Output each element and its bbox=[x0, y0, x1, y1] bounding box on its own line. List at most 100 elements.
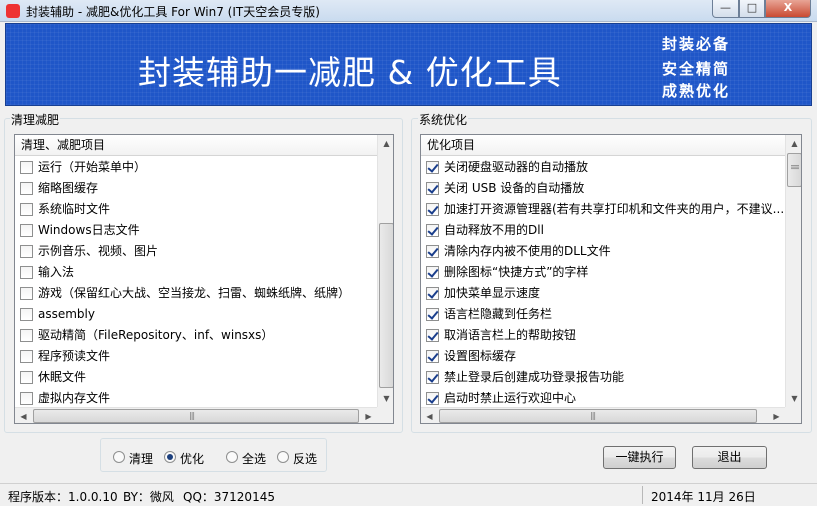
cleanup-row[interactable]: 驱动精简（FileRepository、inf、winsxs） bbox=[15, 325, 377, 346]
slogan-2: 安全精简 bbox=[662, 60, 731, 78]
cleanup-row[interactable]: Windows日志文件 bbox=[15, 220, 377, 241]
radio-circle[interactable] bbox=[226, 451, 238, 463]
date-text: 2014年 11月 26日 bbox=[651, 490, 756, 504]
scroll-corner bbox=[377, 407, 393, 423]
cleanup-hscroll-thumb[interactable]: ||| bbox=[33, 409, 359, 423]
optimize-row[interactable]: 关闭 USB 设备的自动播放 bbox=[421, 178, 785, 199]
cleanup-row[interactable]: assembly bbox=[15, 304, 377, 325]
cleanup-list-header[interactable]: 清理、减肥项目 bbox=[15, 135, 377, 156]
optimize-row[interactable]: 设置图标缓存 bbox=[421, 346, 785, 367]
optimize-row[interactable]: 禁止登录后创建成功登录报告功能 bbox=[421, 367, 785, 388]
scroll-left-arrow-icon[interactable]: ◀ bbox=[421, 408, 438, 423]
window-title: 封装辅助 - 减肥&优化工具 For Win7 (IT天空会员专版) bbox=[26, 5, 320, 19]
banner: 封装辅助一减肥 & 优化工具 封装必备 安全精简 成熟优化 bbox=[5, 23, 812, 106]
checkbox[interactable] bbox=[426, 287, 439, 300]
checkbox[interactable] bbox=[426, 392, 439, 405]
cleanup-row-label: 示例音乐、视频、图片 bbox=[38, 244, 159, 258]
optimize-horizontal-scrollbar[interactable]: ◀ ||| ▶ bbox=[421, 407, 785, 423]
optimize-scroll-thumb[interactable]: ||| bbox=[787, 153, 801, 187]
checkbox[interactable] bbox=[20, 287, 33, 300]
checkbox[interactable] bbox=[20, 392, 33, 405]
radio-circle[interactable] bbox=[164, 451, 176, 463]
optimize-row-label: 关闭 USB 设备的自动播放 bbox=[444, 181, 585, 195]
optimize-list-header[interactable]: 优化项目 bbox=[421, 135, 785, 156]
checkbox[interactable] bbox=[426, 308, 439, 321]
scroll-right-arrow-icon[interactable]: ▶ bbox=[360, 408, 377, 423]
checkbox[interactable] bbox=[426, 203, 439, 216]
execute-button[interactable]: 一键执行 bbox=[603, 446, 676, 469]
cleanup-list[interactable]: 清理、减肥项目 运行（开始菜单中） 缩略图缓存 系统临时文件 Windows日志文件示… bbox=[14, 134, 394, 424]
scroll-down-arrow-icon[interactable]: ▼ bbox=[378, 390, 393, 407]
checkbox[interactable] bbox=[426, 329, 439, 342]
optimize-row[interactable]: 加快菜单显示速度 bbox=[421, 283, 785, 304]
cleanup-horizontal-scrollbar[interactable]: ◀ ||| ▶ bbox=[15, 407, 377, 423]
cleanup-row[interactable]: 输入法 bbox=[15, 262, 377, 283]
cleanup-row[interactable]: 程序预读文件 bbox=[15, 346, 377, 367]
cleanup-row[interactable]: 游戏（保留红心大战、空当接龙、扫雷、蜘蛛纸牌、纸牌） bbox=[15, 283, 377, 304]
optimize-row[interactable]: 语言栏隐藏到任务栏 bbox=[421, 304, 785, 325]
checkbox[interactable] bbox=[426, 266, 439, 279]
mode-radio-group: 清理 优化 全选 反选 bbox=[100, 438, 327, 472]
optimize-list[interactable]: 优化项目 关闭硬盘驱动器的自动播放关闭 USB 设备的自动播放加速打开资源管理器… bbox=[420, 134, 802, 424]
qq-text: QQ：37120145 bbox=[183, 490, 275, 504]
scroll-right-arrow-icon[interactable]: ▶ bbox=[768, 408, 785, 423]
optimize-hscroll-thumb[interactable]: ||| bbox=[439, 409, 757, 423]
cleanup-vertical-scrollbar[interactable]: ▲ ▼ bbox=[377, 135, 393, 407]
radio-optimize-label: 优化 bbox=[180, 452, 205, 466]
exit-button[interactable]: 退出 bbox=[692, 446, 767, 469]
scroll-left-arrow-icon[interactable]: ◀ bbox=[15, 408, 32, 423]
cleanup-row[interactable]: 运行（开始菜单中） bbox=[15, 157, 377, 178]
checkbox[interactable] bbox=[20, 371, 33, 384]
optimize-row[interactable]: 关闭硬盘驱动器的自动播放 bbox=[421, 157, 785, 178]
cleanup-row[interactable]: 系统临时文件 bbox=[15, 199, 377, 220]
optimize-row[interactable]: 自动释放不用的Dll bbox=[421, 220, 785, 241]
checkbox[interactable] bbox=[20, 350, 33, 363]
cleanup-row[interactable]: 休眠文件 bbox=[15, 367, 377, 388]
checkbox[interactable] bbox=[20, 308, 33, 321]
checkbox[interactable] bbox=[20, 203, 33, 216]
checkbox[interactable] bbox=[426, 350, 439, 363]
checkbox[interactable] bbox=[20, 329, 33, 342]
checkbox[interactable] bbox=[426, 182, 439, 195]
optimize-row-label: 清除内存内被不使用的DLL文件 bbox=[444, 244, 611, 258]
checkbox[interactable] bbox=[20, 182, 33, 195]
cleanup-row[interactable]: 示例音乐、视频、图片 bbox=[15, 241, 377, 262]
optimize-row[interactable]: 取消语言栏上的帮助按钮 bbox=[421, 325, 785, 346]
cleanup-row-label: 虚拟内存文件 bbox=[38, 391, 111, 405]
checkbox[interactable] bbox=[426, 224, 439, 237]
checkbox[interactable] bbox=[20, 224, 33, 237]
cleanup-row-label: 游戏（保留红心大战、空当接龙、扫雷、蜘蛛纸牌、纸牌） bbox=[38, 286, 351, 300]
checkbox[interactable] bbox=[20, 266, 33, 279]
optimize-vertical-scrollbar[interactable]: ▲ ||| ▼ bbox=[785, 135, 801, 407]
scroll-corner bbox=[785, 407, 801, 423]
title-bar[interactable]: 封装辅助 - 减肥&优化工具 For Win7 (IT天空会员专版) — □ X bbox=[0, 0, 817, 22]
slogan-3: 成熟优化 bbox=[662, 82, 731, 100]
banner-title: 封装辅助一减肥 & 优化工具 bbox=[138, 53, 562, 92]
optimize-row[interactable]: 清除内存内被不使用的DLL文件 bbox=[421, 241, 785, 262]
optimize-row[interactable]: 启动时禁止运行欢迎中心 bbox=[421, 388, 785, 409]
maximize-button[interactable]: □ bbox=[739, 0, 765, 18]
author-text: BY：微风 bbox=[123, 490, 174, 504]
cleanup-row[interactable]: 缩略图缓存 bbox=[15, 178, 377, 199]
checkbox[interactable] bbox=[426, 161, 439, 174]
scroll-down-arrow-icon[interactable]: ▼ bbox=[786, 390, 801, 407]
checkbox[interactable] bbox=[426, 245, 439, 258]
cleanup-scroll-thumb[interactable] bbox=[379, 223, 393, 388]
scroll-up-arrow-icon[interactable]: ▲ bbox=[378, 135, 393, 152]
optimize-row[interactable]: 加速打开资源管理器(若有共享打印机和文件夹的用户，不建议... bbox=[421, 199, 785, 220]
scroll-up-arrow-icon[interactable]: ▲ bbox=[786, 135, 801, 152]
close-button[interactable]: X bbox=[765, 0, 811, 18]
optimize-row-label: 启动时禁止运行欢迎中心 bbox=[444, 391, 577, 405]
optimize-row[interactable]: 删除图标“快捷方式”的字样 bbox=[421, 262, 785, 283]
slogan-1: 封装必备 bbox=[662, 35, 731, 53]
cleanup-row[interactable]: 虚拟内存文件 bbox=[15, 388, 377, 409]
checkbox[interactable] bbox=[20, 245, 33, 258]
radio-circle[interactable] bbox=[113, 451, 125, 463]
checkbox[interactable] bbox=[426, 371, 439, 384]
optimize-row-label: 自动释放不用的Dll bbox=[444, 223, 544, 237]
optimize-row-label: 加速打开资源管理器(若有共享打印机和文件夹的用户，不建议... bbox=[444, 202, 785, 216]
radio-circle[interactable] bbox=[277, 451, 289, 463]
optimize-row-label: 禁止登录后创建成功登录报告功能 bbox=[444, 370, 625, 384]
minimize-button[interactable]: — bbox=[712, 0, 739, 18]
checkbox[interactable] bbox=[20, 161, 33, 174]
